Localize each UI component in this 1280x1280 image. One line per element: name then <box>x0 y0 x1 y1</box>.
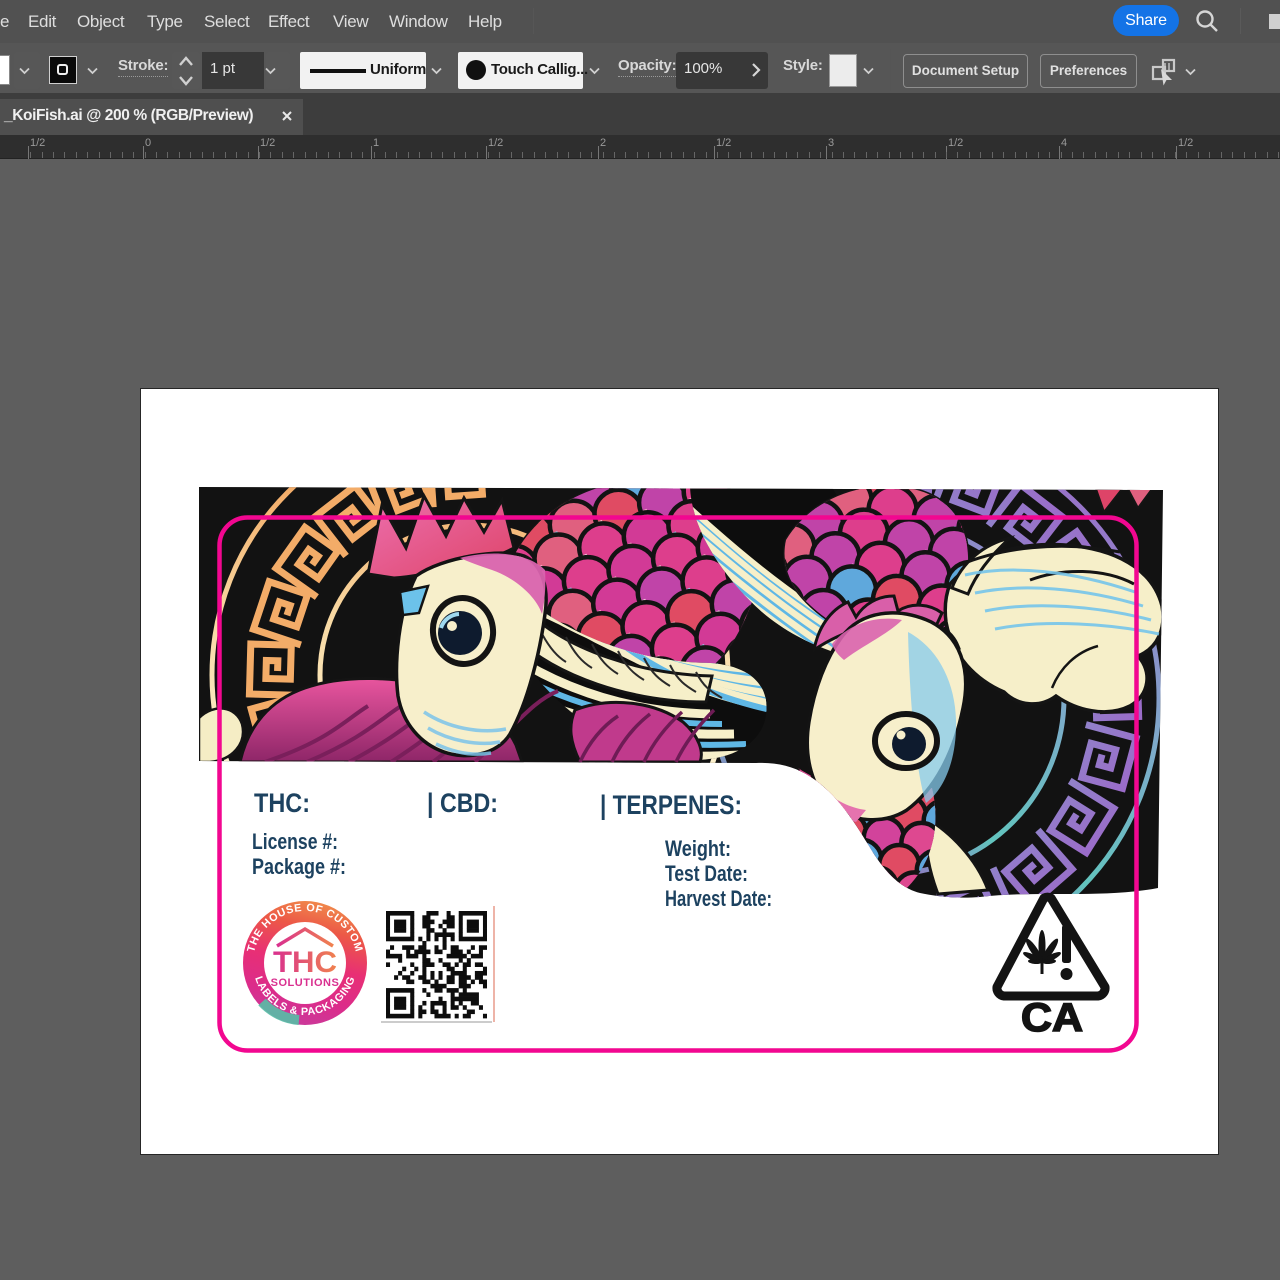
svg-text:Package #:: Package #: <box>252 854 346 879</box>
svg-text:| CBD:: | CBD: <box>427 788 498 818</box>
svg-text:Harvest Date:: Harvest Date: <box>665 886 772 911</box>
svg-text:THC:: THC: <box>254 788 310 818</box>
svg-text:Weight:: Weight: <box>665 836 731 861</box>
svg-text:SOLUTIONS: SOLUTIONS <box>271 977 340 989</box>
svg-text:CA: CA <box>1021 996 1083 1040</box>
svg-text:THC: THC <box>273 946 337 979</box>
svg-text:License #:: License #: <box>252 829 338 854</box>
svg-text:Test Date:: Test Date: <box>665 861 748 886</box>
svg-text:| TERPENES:: | TERPENES: <box>600 790 742 820</box>
